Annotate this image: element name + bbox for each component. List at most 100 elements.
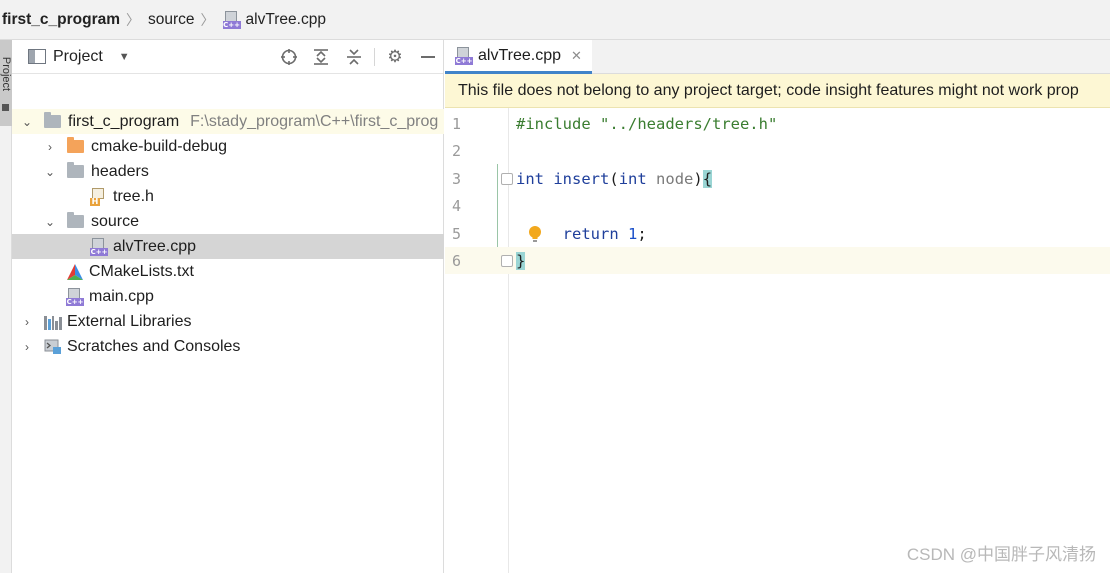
breadcrumb-project[interactable]: first_c_program [2, 11, 120, 29]
tree-item-external-libraries[interactable]: › External Libraries [12, 309, 444, 334]
code-token: } [516, 251, 526, 270]
folder-icon [67, 137, 84, 153]
header-file-icon: H [90, 187, 108, 206]
tab-label: alvTree.cpp [478, 46, 561, 64]
cpp-file-icon: C++ [90, 237, 108, 256]
tab-alvtree-cpp[interactable]: C++ alvTree.cpp ✕ [445, 40, 592, 74]
tree-item-main-cpp[interactable]: C++ main.cpp [12, 284, 444, 309]
project-panel: Project ▼ ⚙ ⌄ first_c_program F:\stady_p… [12, 40, 444, 573]
project-panel-icon [28, 49, 46, 64]
collapse-all-icon [347, 49, 361, 65]
hide-panel-button[interactable] [417, 46, 439, 68]
project-tool-tab-label: Project [0, 56, 12, 92]
cmake-icon [67, 263, 83, 280]
tree-item-label: main.cpp [89, 287, 154, 305]
tree-item-label: External Libraries [67, 312, 192, 330]
line-number: 4 [452, 196, 462, 215]
tree-item-root-label: first_c_program [68, 112, 180, 130]
chevron-right-icon[interactable]: › [43, 140, 57, 154]
tree-item-label: tree.h [113, 187, 154, 205]
banner-text: This file does not belong to any project… [458, 81, 1079, 99]
tree-item-label: cmake-build-debug [91, 137, 228, 155]
breadcrumb-file-label: alvTree.cpp [245, 10, 326, 28]
close-icon[interactable]: ✕ [571, 48, 582, 64]
chevron-right-icon[interactable]: › [20, 315, 34, 329]
settings-button[interactable]: ⚙ [384, 46, 406, 68]
navigation-breadcrumb: first_c_program 〉 source 〉 C++ alvTree.c… [0, 0, 1110, 40]
project-view-selector[interactable]: Project ▼ [28, 48, 130, 66]
code-token: insert [553, 169, 610, 188]
tree-item-cmake-build-debug[interactable]: › cmake-build-debug [12, 134, 444, 159]
code-token: { [702, 169, 713, 188]
code-line[interactable]: 2 [445, 137, 1110, 164]
code-line[interactable]: 3 int insert(int node){ [445, 165, 1110, 192]
expand-all-button[interactable] [310, 46, 332, 68]
code-editor[interactable]: 1 #include "../headers/tree.h" 2 3 int i… [445, 108, 1110, 573]
tree-item-root[interactable]: ⌄ first_c_program F:\stady_program\C++\f… [12, 109, 444, 134]
tree-item-scratches[interactable]: › Scratches and Consoles [12, 334, 444, 359]
project-tool-tab[interactable]: Project [0, 40, 12, 126]
toolbar-divider [374, 48, 375, 66]
cpp-file-icon: C++ [222, 10, 241, 29]
project-panel-title: Project [53, 47, 103, 65]
crosshair-icon [281, 49, 297, 65]
code-token: 1 [628, 224, 638, 243]
line-number: 1 [452, 114, 462, 133]
tree-item-alvtree-cpp[interactable]: C++ alvTree.cpp [12, 234, 444, 259]
editor-tab-bar: C++ alvTree.cpp ✕ [445, 40, 1110, 74]
folder-icon [44, 112, 61, 128]
tool-tab-square-icon [2, 104, 9, 111]
code-token: return [562, 224, 619, 243]
code-token: #include [516, 114, 591, 133]
breadcrumb-folder[interactable]: source [148, 11, 195, 29]
folder-icon [67, 162, 84, 178]
tool-window-stripe: Project [0, 40, 12, 573]
fold-end-marker-icon[interactable] [501, 255, 513, 267]
cpp-file-icon: C++ [66, 287, 84, 306]
tree-item-source[interactable]: ⌄ source [12, 209, 444, 234]
library-icon [44, 314, 62, 330]
minimize-icon [421, 56, 435, 58]
watermark: CSDN @中国胖子风清扬 [906, 545, 1096, 564]
tree-item-label: CMakeLists.txt [89, 262, 194, 280]
cpp-file-icon: C++ [455, 46, 473, 65]
chevron-right-icon[interactable]: › [20, 340, 34, 354]
gear-icon: ⚙ [387, 47, 403, 66]
breadcrumb-separator: 〉 [126, 11, 141, 28]
tree-item-root-path: F:\stady_program\C++\first_c_prog [190, 112, 439, 130]
collapse-all-button[interactable] [343, 46, 365, 68]
chevron-down-icon[interactable]: ⌄ [20, 115, 34, 129]
code-line-current[interactable]: 6 } [445, 247, 1110, 274]
code-line[interactable]: 4 [445, 192, 1110, 219]
expand-all-icon [314, 49, 328, 65]
chevron-down-icon[interactable]: ▼ [119, 51, 130, 63]
tree-item-label: source [91, 212, 140, 230]
code-token: int [618, 169, 647, 188]
tree-item-headers[interactable]: ⌄ headers [12, 159, 444, 184]
code-line[interactable]: 5 return 1; [445, 220, 1110, 247]
code-token: ) [693, 169, 703, 188]
chevron-down-icon[interactable]: ⌄ [43, 165, 57, 179]
code-token: int [516, 169, 544, 188]
breadcrumb-file[interactable]: C++ alvTree.cpp [222, 10, 326, 29]
project-panel-header: Project ▼ ⚙ [12, 40, 443, 74]
locate-file-button[interactable] [278, 46, 300, 68]
tree-item-label: Scratches and Consoles [67, 337, 241, 355]
code-token: ; [637, 224, 647, 243]
chevron-down-icon[interactable]: ⌄ [43, 215, 57, 229]
scratches-icon [44, 339, 61, 354]
folder-icon [67, 212, 84, 228]
tree-item-tree-h[interactable]: H tree.h [12, 184, 444, 209]
tree-item-label: headers [91, 162, 149, 180]
tree-item-label: alvTree.cpp [113, 237, 196, 255]
project-target-warning-banner: This file does not belong to any project… [445, 74, 1110, 108]
line-number: 3 [452, 169, 462, 188]
line-number: 5 [452, 224, 462, 243]
code-token: "../headers/tree.h" [600, 114, 778, 133]
line-number: 2 [452, 141, 462, 160]
breadcrumb-separator: 〉 [200, 11, 215, 28]
fold-marker-icon[interactable] [501, 173, 513, 185]
code-line[interactable]: 1 #include "../headers/tree.h" [445, 110, 1110, 137]
code-token: node [656, 169, 694, 188]
tree-item-cmakelists[interactable]: CMakeLists.txt [12, 259, 444, 284]
